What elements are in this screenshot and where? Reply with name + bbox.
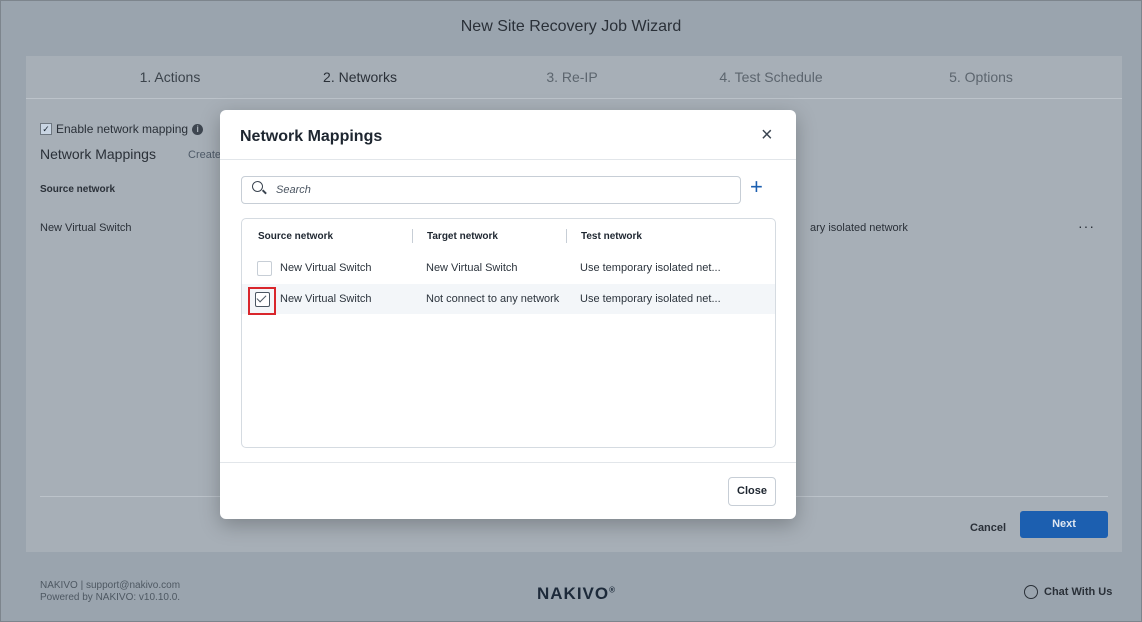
row-test: Use temporary isolated net... — [580, 293, 721, 305]
source-network-header: Source network — [40, 184, 116, 195]
divider — [220, 462, 796, 463]
search-icon — [252, 181, 263, 192]
support-line[interactable]: NAKIVO | support@nakivo.com — [40, 580, 180, 592]
divider — [220, 159, 796, 160]
search-input[interactable] — [274, 180, 728, 200]
network-mappings-title: Network Mappings — [40, 146, 156, 162]
add-icon[interactable]: + — [750, 174, 763, 200]
column-header-test[interactable]: Test network — [581, 231, 642, 242]
row-target: New Virtual Switch — [426, 262, 518, 274]
search-box[interactable] — [241, 176, 741, 204]
column-header-source[interactable]: Source network — [258, 231, 333, 242]
row-checkbox[interactable] — [257, 261, 272, 276]
close-button[interactable]: Close — [728, 477, 776, 506]
wizard-title: New Site Recovery Job Wizard — [460, 18, 682, 35]
column-header-target[interactable]: Target network — [427, 231, 498, 242]
mappings-table: Source network Target network Test netwo… — [241, 218, 776, 448]
row-source: New Virtual Switch — [280, 262, 372, 274]
column-separator — [566, 229, 567, 243]
column-separator — [412, 229, 413, 243]
info-icon[interactable]: i — [192, 123, 204, 135]
row-test: Use temporary isolated net... — [580, 262, 721, 274]
create-link[interactable]: Create — [188, 149, 221, 161]
step-options[interactable]: 5. Options — [881, 69, 1081, 85]
step-actions[interactable]: 1. Actions — [70, 69, 270, 85]
enable-mapping-checkbox[interactable]: ✓ — [40, 123, 52, 135]
cancel-button[interactable]: Cancel — [970, 522, 1006, 534]
chat-icon — [1024, 585, 1038, 599]
step-test-schedule[interactable]: 4. Test Schedule — [671, 69, 871, 85]
dialog-title: Network Mappings — [240, 128, 383, 145]
next-button[interactable]: Next — [1020, 511, 1108, 538]
enable-network-mapping[interactable]: ✓ Enable network mapping i — [40, 122, 204, 136]
step-re-ip[interactable]: 3. Re-IP — [472, 69, 672, 85]
row-checkbox[interactable] — [255, 292, 270, 307]
more-horizontal-icon[interactable]: ··· — [1078, 218, 1095, 234]
version-line: Powered by NAKIVO: v10.10.0. — [40, 592, 181, 603]
mapping-row-test: ary isolated network — [810, 222, 908, 234]
nakivo-logo: NAKIVO® — [537, 584, 617, 603]
wizard-steps: 1. Actions 2. Networks 3. Re-IP 4. Test … — [26, 56, 1122, 99]
mapping-row-source: New Virtual Switch — [40, 222, 132, 234]
footer-info: NAKIVO | support@nakivo.com Powered by N… — [40, 580, 180, 604]
row-target: Not connect to any network — [426, 293, 560, 305]
enable-mapping-label: Enable network mapping — [56, 122, 189, 136]
step-networks[interactable]: 2. Networks — [260, 69, 460, 85]
chat-label: Chat With Us — [1044, 586, 1113, 598]
network-mappings-dialog: Network Mappings × + Source network Targ… — [220, 110, 796, 519]
table-row[interactable]: New Virtual Switch New Virtual Switch Us… — [242, 253, 775, 283]
table-row[interactable]: New Virtual Switch Not connect to any ne… — [242, 284, 775, 315]
row-source: New Virtual Switch — [280, 293, 372, 305]
close-icon[interactable]: × — [761, 124, 773, 147]
chat-with-us-button[interactable]: Chat With Us — [1024, 585, 1112, 599]
